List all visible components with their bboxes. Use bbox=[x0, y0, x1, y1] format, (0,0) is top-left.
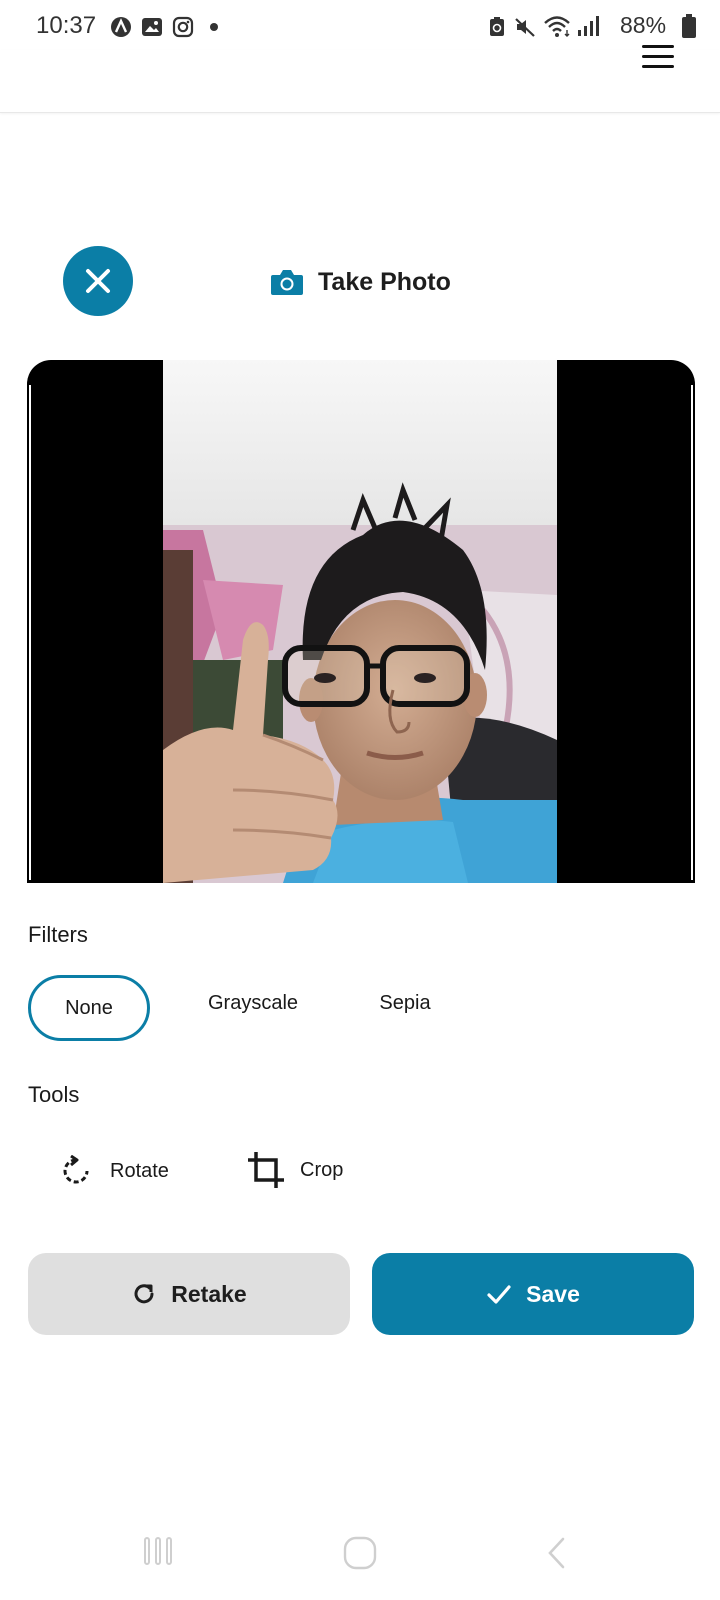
rotate-tool-button[interactable]: Rotate bbox=[60, 1155, 169, 1187]
filter-none-option[interactable]: None bbox=[28, 975, 150, 1041]
crop-tool-button[interactable]: Crop bbox=[246, 1150, 343, 1190]
close-button[interactable] bbox=[63, 246, 133, 316]
filter-sepia-option[interactable]: Sepia bbox=[360, 992, 450, 1015]
wifi-icon bbox=[544, 16, 570, 37]
retake-label: Retake bbox=[171, 1280, 247, 1307]
save-label: Save bbox=[526, 1280, 580, 1307]
status-bar: 10:37 88% bbox=[0, 0, 720, 50]
battery-percentage: 88% bbox=[620, 12, 667, 38]
instagram-icon bbox=[172, 16, 194, 38]
hamburger-menu-icon[interactable] bbox=[640, 42, 676, 72]
crop-label: Crop bbox=[300, 1158, 344, 1181]
recent-apps-icon[interactable] bbox=[142, 1535, 174, 1567]
preview-edge-left bbox=[29, 385, 31, 880]
retake-button[interactable]: Retake bbox=[28, 1253, 350, 1335]
crop-icon bbox=[248, 1152, 284, 1188]
app-header bbox=[0, 50, 720, 113]
refresh-icon bbox=[134, 1284, 154, 1304]
tools-heading: Tools bbox=[28, 1082, 80, 1107]
page-title-row: Take Photo bbox=[270, 262, 451, 302]
rotate-label: Rotate bbox=[110, 1159, 169, 1182]
app-a-icon bbox=[111, 17, 131, 37]
dot-icon bbox=[210, 23, 218, 31]
back-icon[interactable] bbox=[545, 1535, 569, 1571]
rotate-icon bbox=[63, 1155, 89, 1184]
home-icon[interactable] bbox=[342, 1535, 378, 1571]
captured-photo bbox=[163, 360, 557, 883]
system-navigation-bar bbox=[0, 1515, 720, 1600]
signal-icon bbox=[578, 16, 599, 36]
checkmark-icon bbox=[487, 1285, 511, 1304]
status-time: 10:37 bbox=[36, 12, 97, 39]
close-icon bbox=[86, 269, 110, 293]
battery-saver-icon bbox=[490, 17, 504, 36]
camera-icon bbox=[271, 270, 303, 295]
page-title: Take Photo bbox=[318, 267, 451, 296]
save-button[interactable]: Save bbox=[372, 1253, 694, 1335]
battery-icon bbox=[682, 14, 696, 38]
filters-heading: Filters bbox=[28, 922, 88, 947]
gallery-icon bbox=[142, 18, 162, 36]
preview-edge-right bbox=[691, 385, 693, 880]
mute-icon bbox=[515, 18, 535, 37]
filter-grayscale-option[interactable]: Grayscale bbox=[193, 992, 313, 1015]
